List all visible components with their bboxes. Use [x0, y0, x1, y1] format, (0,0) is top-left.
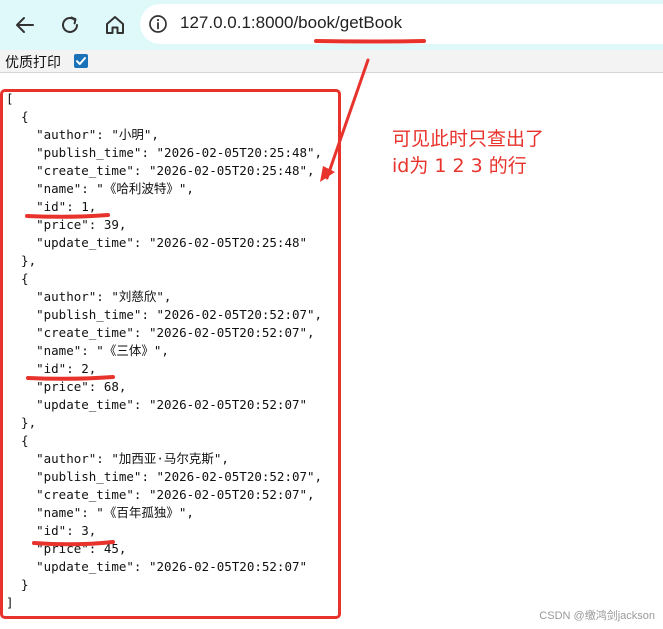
checkmark-icon — [76, 57, 86, 65]
info-icon[interactable] — [148, 14, 168, 34]
address-bar[interactable]: 127.0.0.1:8000/book/getBook — [140, 4, 663, 44]
json-line: { — [6, 271, 29, 286]
json-line: "name": "《哈利波特》", — [6, 181, 194, 196]
json-line: "author": "小明", — [6, 127, 159, 142]
annotation-note: 可见此时只查出了 id为 1 2 3 的行 — [392, 128, 545, 177]
json-line: "create_time": "2026-02-05T20:25:48", — [6, 163, 315, 178]
json-line: { — [6, 433, 29, 448]
pointer-arrow-mark — [325, 58, 370, 180]
json-line: }, — [6, 253, 37, 268]
json-line: }, — [6, 415, 37, 430]
json-line: "publish_time": "2026-02-05T20:25:48", — [6, 145, 323, 160]
reload-icon — [62, 16, 78, 33]
json-line: } — [6, 577, 29, 592]
json-line: "price": 45, — [6, 541, 127, 556]
reload-button[interactable] — [55, 10, 85, 40]
json-line: ] — [6, 595, 14, 610]
back-button[interactable] — [10, 10, 40, 40]
watermark: CSDN @缴鸿剑jackson — [539, 610, 655, 622]
json-line: "update_time": "2026-02-05T20:52:07" — [6, 397, 308, 412]
json-line: "create_time": "2026-02-05T20:52:07", — [6, 487, 315, 502]
json-line: "id": 3, — [6, 523, 97, 538]
json-line: "update_time": "2026-02-05T20:25:48" — [6, 235, 308, 250]
json-response-body: [ { "author": "小明", "publish_time": "202… — [6, 90, 322, 612]
pointer-arrowhead-mark — [320, 166, 335, 182]
json-line: "publish_time": "2026-02-05T20:52:07", — [6, 469, 323, 484]
json-line: "id": 1, — [6, 199, 97, 214]
json-line: "author": "刘慈欣", — [6, 289, 172, 304]
json-line: "price": 39, — [6, 217, 127, 232]
json-line: "name": "《百年孤独》", — [6, 505, 194, 520]
json-line: "name": "《三体》", — [6, 343, 169, 358]
json-line: "price": 68, — [6, 379, 127, 394]
json-line: "update_time": "2026-02-05T20:52:07" — [6, 559, 308, 574]
json-line: "id": 2, — [6, 361, 97, 376]
json-line: [ — [6, 91, 14, 106]
home-button[interactable] — [100, 10, 130, 40]
home-icon — [106, 16, 124, 34]
pretty-print-checkbox[interactable] — [74, 54, 88, 68]
json-line: { — [6, 109, 29, 124]
browser-toolbar: 127.0.0.1:8000/book/getBook — [0, 0, 663, 50]
json-line: "author": "加西亚·马尔克斯", — [6, 451, 229, 466]
pretty-print-label: 优质打印 — [5, 55, 61, 71]
pretty-print-bar: 优质打印 — [0, 50, 663, 73]
json-line: "publish_time": "2026-02-05T20:52:07", — [6, 307, 323, 322]
back-arrow-icon — [16, 17, 34, 33]
json-line: "create_time": "2026-02-05T20:52:07", — [6, 325, 315, 340]
url-text[interactable]: 127.0.0.1:8000/book/getBook — [180, 13, 402, 33]
